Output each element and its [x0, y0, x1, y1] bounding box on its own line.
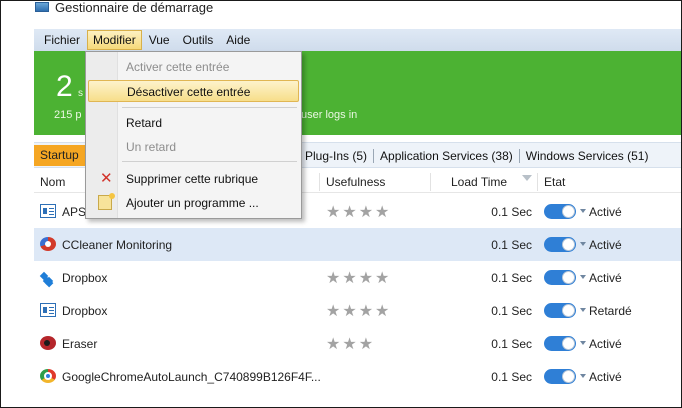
menu-deactivate-entry[interactable]: Désactiver cette entrée: [88, 80, 299, 102]
chevron-down-icon[interactable]: [580, 308, 586, 312]
row-name: Dropbox: [62, 304, 108, 318]
ccleaner-icon: [40, 237, 56, 251]
menu-bar: Fichier Modifier Vue Outils Aide: [34, 29, 681, 51]
usefulness-stars: ★★★★: [326, 303, 392, 320]
eraser-icon: [40, 336, 56, 350]
row-name: CCleaner Monitoring: [62, 238, 173, 252]
usefulness-stars: ★★★★: [326, 270, 392, 287]
enable-toggle[interactable]: [544, 369, 576, 384]
banner-subtext-left: 215 p: [54, 109, 82, 121]
dropbox-icon: [40, 270, 56, 284]
menu-modifier[interactable]: Modifier: [87, 30, 142, 50]
row-load-time: 0.1 Sec: [491, 205, 532, 219]
apsl-icon: [40, 204, 56, 218]
table-row[interactable]: Dropbox ★★★★ 0.1 Sec Activé: [34, 261, 681, 294]
chevron-down-icon[interactable]: [580, 209, 586, 213]
column-usefulness[interactable]: Usefulness: [326, 175, 385, 189]
enable-toggle[interactable]: [544, 270, 576, 285]
startup-count-suffix: s: [78, 88, 83, 99]
menu-vue[interactable]: Vue: [143, 30, 176, 50]
enable-toggle[interactable]: [544, 237, 576, 252]
enable-toggle[interactable]: [544, 204, 576, 219]
chevron-down-icon[interactable]: [580, 242, 586, 246]
table-row[interactable]: GoogleChromeAutoLaunch_C740899B126F4F...…: [34, 360, 681, 393]
row-load-time: 0.1 Sec: [491, 271, 532, 285]
chevron-down-icon[interactable]: [580, 341, 586, 345]
menu-item-label: Retard: [126, 116, 163, 130]
row-load-time: 0.1 Sec: [491, 238, 532, 252]
row-status[interactable]: Activé: [589, 337, 622, 351]
column-separator: [430, 173, 431, 191]
enable-toggle[interactable]: [544, 336, 576, 351]
usefulness-stars: ★★★: [326, 336, 376, 353]
row-status[interactable]: Retardé: [589, 304, 632, 318]
sort-descending-icon[interactable]: [522, 175, 532, 181]
startup-list: APSL ★★★★ 0.1 Sec Activé CCleaner Monito…: [34, 195, 681, 393]
menu-item-label: Supprimer cette rubrique: [126, 172, 259, 186]
menu-separator: [122, 107, 297, 108]
table-row[interactable]: Eraser ★★★ 0.1 Sec Activé: [34, 327, 681, 360]
menu-separator: [122, 161, 297, 162]
modifier-dropdown-menu: Activer cette entrée Désactiver cette en…: [85, 51, 302, 219]
menu-fichier[interactable]: Fichier: [38, 30, 86, 50]
row-load-time: 0.1 Sec: [491, 304, 532, 318]
column-separator: [537, 173, 538, 191]
usefulness-stars: ★★★★: [326, 204, 392, 221]
banner-subtext-right: user logs in: [301, 109, 358, 121]
menu-item-label: Un retard: [126, 140, 177, 154]
tab-windows-services[interactable]: Windows Services (51): [520, 149, 655, 163]
row-name: Dropbox: [62, 271, 108, 285]
chevron-down-icon[interactable]: [580, 374, 586, 378]
menu-item-label: Désactiver cette entrée: [127, 85, 251, 99]
application-window: Gestionnaire de démarrage Fichier Modifi…: [0, 0, 682, 408]
menu-undelay[interactable]: Un retard: [88, 136, 299, 158]
column-load-time[interactable]: Load Time: [451, 175, 507, 189]
startup-count: 2: [56, 70, 73, 103]
tab-startup[interactable]: Startup: [34, 145, 85, 166]
menu-activate-entry[interactable]: Activer cette entrée: [88, 56, 299, 78]
tab-application-services[interactable]: Application Services (38): [374, 149, 520, 163]
chrome-icon: [40, 369, 56, 383]
column-separator: [319, 173, 320, 191]
tab-plugins[interactable]: Plug-Ins (5): [299, 149, 375, 163]
program-icon: [40, 303, 56, 317]
table-row[interactable]: CCleaner Monitoring 0.1 Sec Activé: [34, 228, 681, 261]
app-icon: [35, 2, 49, 12]
row-name: GoogleChromeAutoLaunch_C740899B126F4F...: [62, 370, 321, 384]
column-state[interactable]: Etat: [544, 175, 565, 189]
delete-x-icon: ✕: [100, 170, 113, 187]
menu-aide[interactable]: Aide: [220, 30, 256, 50]
row-load-time: 0.1 Sec: [491, 337, 532, 351]
chevron-down-icon[interactable]: [580, 275, 586, 279]
row-load-time: 0.1 Sec: [491, 370, 532, 384]
title-bar: Gestionnaire de démarrage: [35, 0, 214, 17]
add-program-icon: [98, 193, 115, 210]
row-status[interactable]: Activé: [589, 271, 622, 285]
row-name: Eraser: [62, 337, 98, 351]
column-name[interactable]: Nom: [40, 175, 65, 189]
menu-item-label: Activer cette entrée: [126, 60, 230, 74]
menu-outils[interactable]: Outils: [177, 30, 220, 50]
menu-delete-item[interactable]: ✕ Supprimer cette rubrique: [88, 168, 299, 190]
row-status[interactable]: Activé: [589, 205, 622, 219]
table-row[interactable]: Dropbox ★★★★ 0.1 Sec Retardé: [34, 294, 681, 327]
menu-delay[interactable]: Retard: [88, 112, 299, 134]
row-status[interactable]: Activé: [589, 370, 622, 384]
menu-add-program[interactable]: Ajouter un programme ...: [88, 192, 299, 214]
window-title: Gestionnaire de démarrage: [55, 0, 214, 15]
row-status[interactable]: Activé: [589, 238, 622, 252]
menu-item-label: Ajouter un programme ...: [126, 196, 259, 210]
enable-toggle[interactable]: [544, 303, 576, 318]
